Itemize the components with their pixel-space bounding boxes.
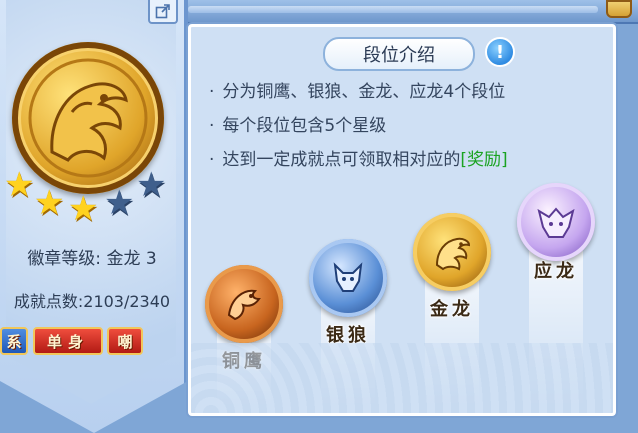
bronze-medal	[205, 265, 283, 343]
silver-medal	[309, 239, 387, 317]
winged-dragon-icon	[537, 207, 575, 238]
dragon-icon	[435, 237, 471, 271]
star-filled-icon: ★	[68, 189, 99, 229]
tab-taunt[interactable]: 嘲	[107, 327, 143, 355]
share-button[interactable]	[148, 0, 178, 24]
tab-single[interactable]: 单身	[33, 327, 103, 355]
intro-line-text: 达到一定成就点可领取相对应的	[222, 150, 461, 170]
badge-star-rating: ★ ★ ★ ★ ★	[0, 168, 184, 228]
rank-label: 银狼	[326, 325, 370, 346]
rank-bronze-eagle[interactable]: 铜鹰	[205, 265, 283, 405]
window-corner-button[interactable]	[606, 0, 632, 18]
intro-line: · 每个段位包含5个星级	[209, 116, 387, 136]
intro-line-text: 每个段位包含5个星级	[222, 116, 387, 136]
rank-label: 应龙	[534, 261, 578, 282]
star-filled-icon: ★	[34, 183, 65, 223]
intro-line: · 达到一定成就点可领取相对应的[奖励]	[209, 150, 508, 170]
share-icon	[155, 4, 170, 19]
gold-medal	[413, 213, 491, 291]
rank-label: 铜鹰	[222, 351, 266, 372]
purple-medal	[517, 183, 595, 261]
wolf-icon	[333, 262, 363, 292]
star-empty-icon: ★	[104, 183, 135, 223]
rank-intro-panel: 段位介绍 ! · 分为铜鹰、银狼、金龙、应龙4个段位 · 每个段位包含5个星级 · 达…	[188, 24, 616, 416]
star-empty-icon: ★	[136, 165, 167, 205]
rank-gold-dragon[interactable]: 金龙	[413, 213, 491, 405]
rank-purple-dragon[interactable]: 应龙	[517, 183, 595, 405]
rank-silver-wolf[interactable]: 银狼	[309, 239, 387, 405]
top-frame-bar	[180, 0, 638, 24]
intro-line: · 分为铜鹰、银狼、金龙、应龙4个段位	[209, 82, 506, 102]
badge-level-text: 徽章等级: 金龙 3	[27, 249, 157, 269]
eagle-icon	[227, 289, 261, 321]
intro-line-text: 分为铜鹰、银狼、金龙、应龙4个段位	[222, 82, 506, 102]
panel-title: 段位介绍	[323, 37, 475, 71]
rank-label: 金龙	[430, 299, 474, 320]
star-filled-icon: ★	[4, 165, 35, 205]
tab-system[interactable]: 系	[0, 327, 28, 355]
reward-link[interactable]: [奖励]	[460, 150, 507, 170]
info-icon[interactable]: !	[485, 37, 515, 67]
achievement-points-text: 成就点数:2103/2340	[13, 292, 171, 311]
top-frame-stripe	[188, 6, 598, 13]
